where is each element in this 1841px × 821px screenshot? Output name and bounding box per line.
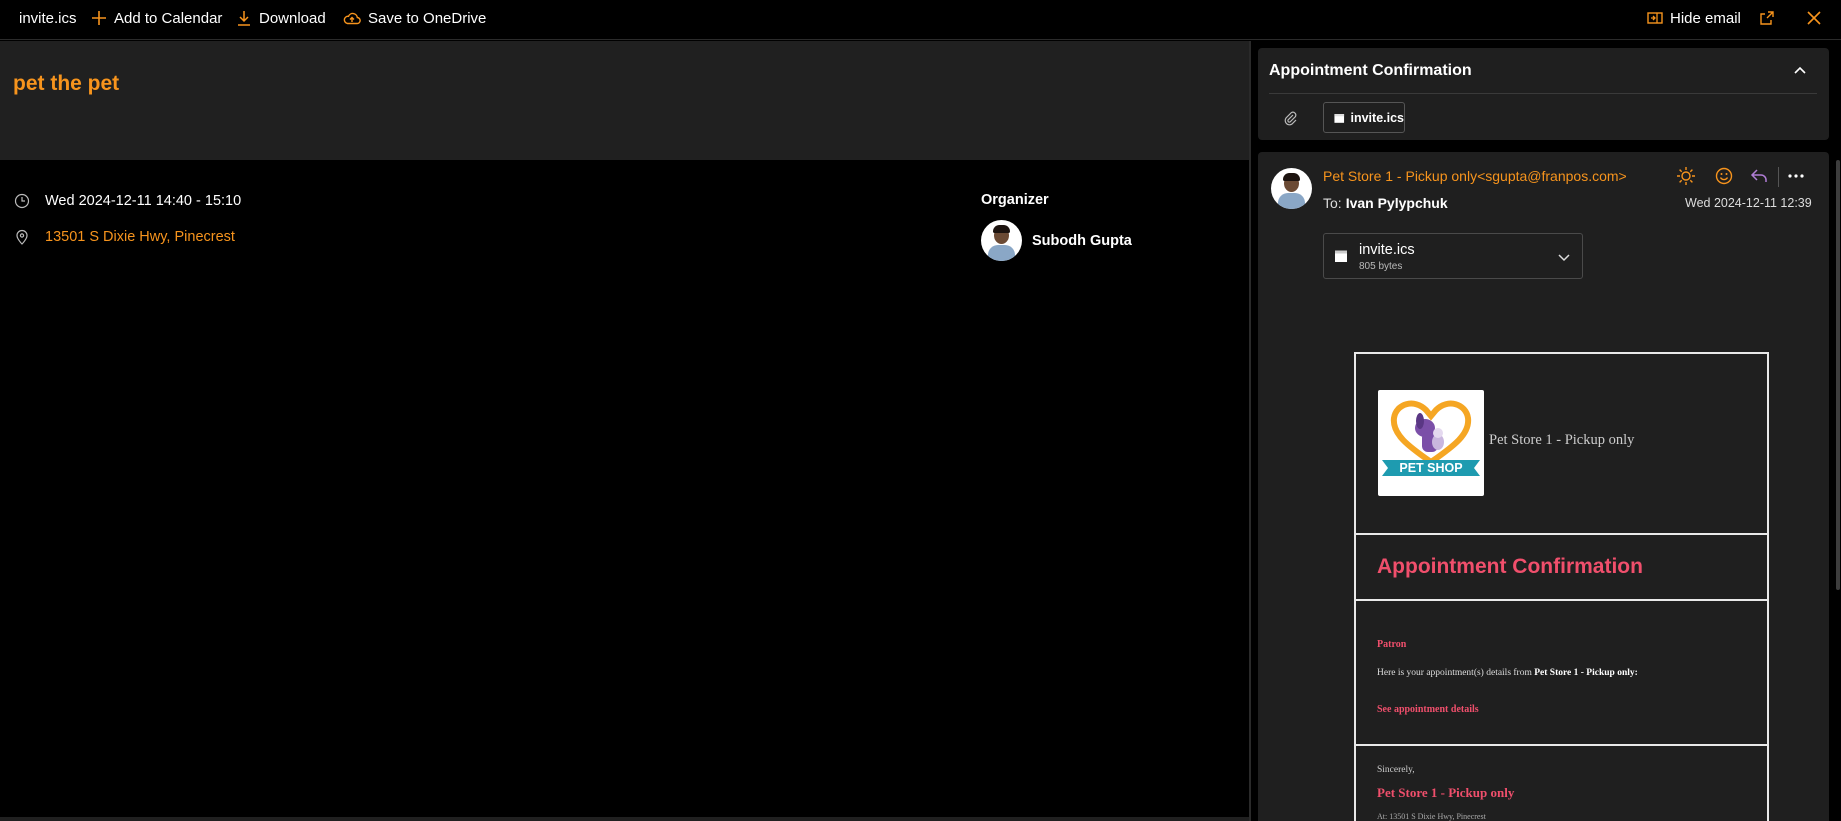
add-to-calendar-label: Add to Calendar	[114, 9, 223, 27]
details-store: Pet Store 1 - Pickup only:	[1534, 668, 1638, 678]
event-header	[0, 41, 1249, 160]
location-pin-icon	[16, 229, 28, 245]
details-prefix: Here is your appointment(s) details from	[1377, 668, 1535, 678]
organizer[interactable]: Subodh Gupta	[981, 220, 1132, 261]
email-header-section: PET SHOP Pet Store 1 - Pickup only	[1356, 354, 1767, 535]
email-heading-section: Appointment Confirmation	[1356, 535, 1767, 601]
organizer-label: Organizer	[981, 192, 1049, 208]
store-name-header: Pet Store 1 - Pickup only	[1489, 432, 1635, 448]
attachment-file-name: invite.ics	[19, 0, 77, 36]
logo-text: PET SHOP	[1399, 461, 1462, 475]
calendar-file-icon	[1335, 250, 1347, 262]
email-subject: Appointment Confirmation	[1269, 62, 1472, 79]
email-details-section: Patron Here is your appointment(s) detai…	[1356, 601, 1767, 746]
hide-panel-icon	[1647, 12, 1663, 24]
store-signature: Pet Store 1 - Pickup only	[1377, 785, 1515, 800]
patron-label: Patron	[1377, 639, 1407, 650]
cloud-upload-icon	[343, 12, 361, 25]
see-appointment-details-link[interactable]: See appointment details	[1377, 704, 1479, 715]
message-date: Wed 2024-12-11 12:39	[1685, 196, 1812, 210]
recipient-name[interactable]: Ivan Pylypchuk	[1346, 195, 1448, 211]
subject-divider	[1269, 93, 1817, 94]
download-label: Download	[259, 9, 326, 27]
attachment-size: 805 bytes	[1359, 261, 1403, 272]
save-to-onedrive-label: Save to OneDrive	[368, 9, 487, 27]
event-datetime-row: Wed 2024-12-11 14:40 - 15:10	[14, 193, 241, 209]
event-location-link[interactable]: 13501 S Dixie Hwy, Pinecrest	[45, 229, 235, 245]
reply-icon[interactable]	[1749, 166, 1769, 186]
attachment-name: invite.ics	[1359, 242, 1415, 258]
attachment-chip[interactable]: invite.ics	[1323, 102, 1405, 133]
to-label: To:	[1323, 195, 1342, 211]
email-footer-section: Sincerely, Pet Store 1 - Pickup only At:…	[1356, 746, 1767, 821]
action-separator	[1778, 167, 1779, 187]
file-name-label: invite.ics	[19, 9, 77, 27]
sun-icon[interactable]	[1676, 166, 1696, 186]
organizer-name: Subodh Gupta	[1032, 232, 1132, 249]
attachment-chip-label: invite.ics	[1350, 110, 1405, 125]
download-button[interactable]: Download	[236, 0, 326, 36]
recipient-line: To: Ivan Pylypchuk	[1323, 195, 1448, 211]
add-to-calendar-button[interactable]: Add to Calendar	[91, 0, 222, 36]
event-title: pet the pet	[13, 72, 120, 95]
bottom-strip	[0, 817, 1249, 821]
pop-out-icon	[1760, 11, 1774, 25]
chevron-down-icon[interactable]	[1557, 250, 1571, 264]
sender-avatar[interactable]	[1271, 168, 1312, 209]
pet-shop-logo: PET SHOP	[1378, 390, 1484, 496]
chevron-up-icon[interactable]	[1792, 62, 1808, 78]
event-location-row: 13501 S Dixie Hwy, Pinecrest	[14, 229, 235, 245]
clock-icon	[14, 193, 30, 209]
pop-out-button[interactable]	[1759, 0, 1782, 36]
save-to-onedrive-button[interactable]: Save to OneDrive	[343, 0, 486, 36]
close-button[interactable]	[1806, 0, 1829, 36]
email-template: PET SHOP Pet Store 1 - Pickup only Appoi…	[1354, 352, 1769, 821]
calendar-icon	[1334, 113, 1345, 123]
event-datetime: Wed 2024-12-11 14:40 - 15:10	[45, 193, 242, 209]
scrollbar-thumb[interactable]	[1836, 160, 1840, 590]
organizer-avatar	[981, 220, 1022, 261]
download-icon	[238, 11, 250, 26]
confirmation-heading: Appointment Confirmation	[1377, 555, 1643, 578]
plus-icon	[92, 11, 106, 25]
attachment-card[interactable]: invite.ics 805 bytes	[1323, 233, 1583, 279]
emoji-icon[interactable]	[1714, 166, 1734, 186]
paperclip-icon	[1284, 111, 1297, 126]
hide-email-label: Hide email	[1670, 9, 1741, 27]
store-address: At: 13501 S Dixie Hwy, Pinecrest	[1377, 812, 1486, 821]
top-toolbar: invite.ics Add to Calendar Download Save…	[0, 0, 1841, 40]
sender-name[interactable]: Pet Store 1 - Pickup only<sgupta@franpos…	[1323, 168, 1627, 184]
pet-shop-logo-icon: PET SHOP	[1382, 400, 1480, 476]
close-icon	[1807, 11, 1821, 25]
details-line: Here is your appointment(s) details from…	[1377, 668, 1638, 678]
sincerely-text: Sincerely,	[1377, 765, 1415, 775]
hide-email-button[interactable]: Hide email	[1647, 0, 1741, 36]
more-options-icon[interactable]	[1786, 166, 1806, 186]
